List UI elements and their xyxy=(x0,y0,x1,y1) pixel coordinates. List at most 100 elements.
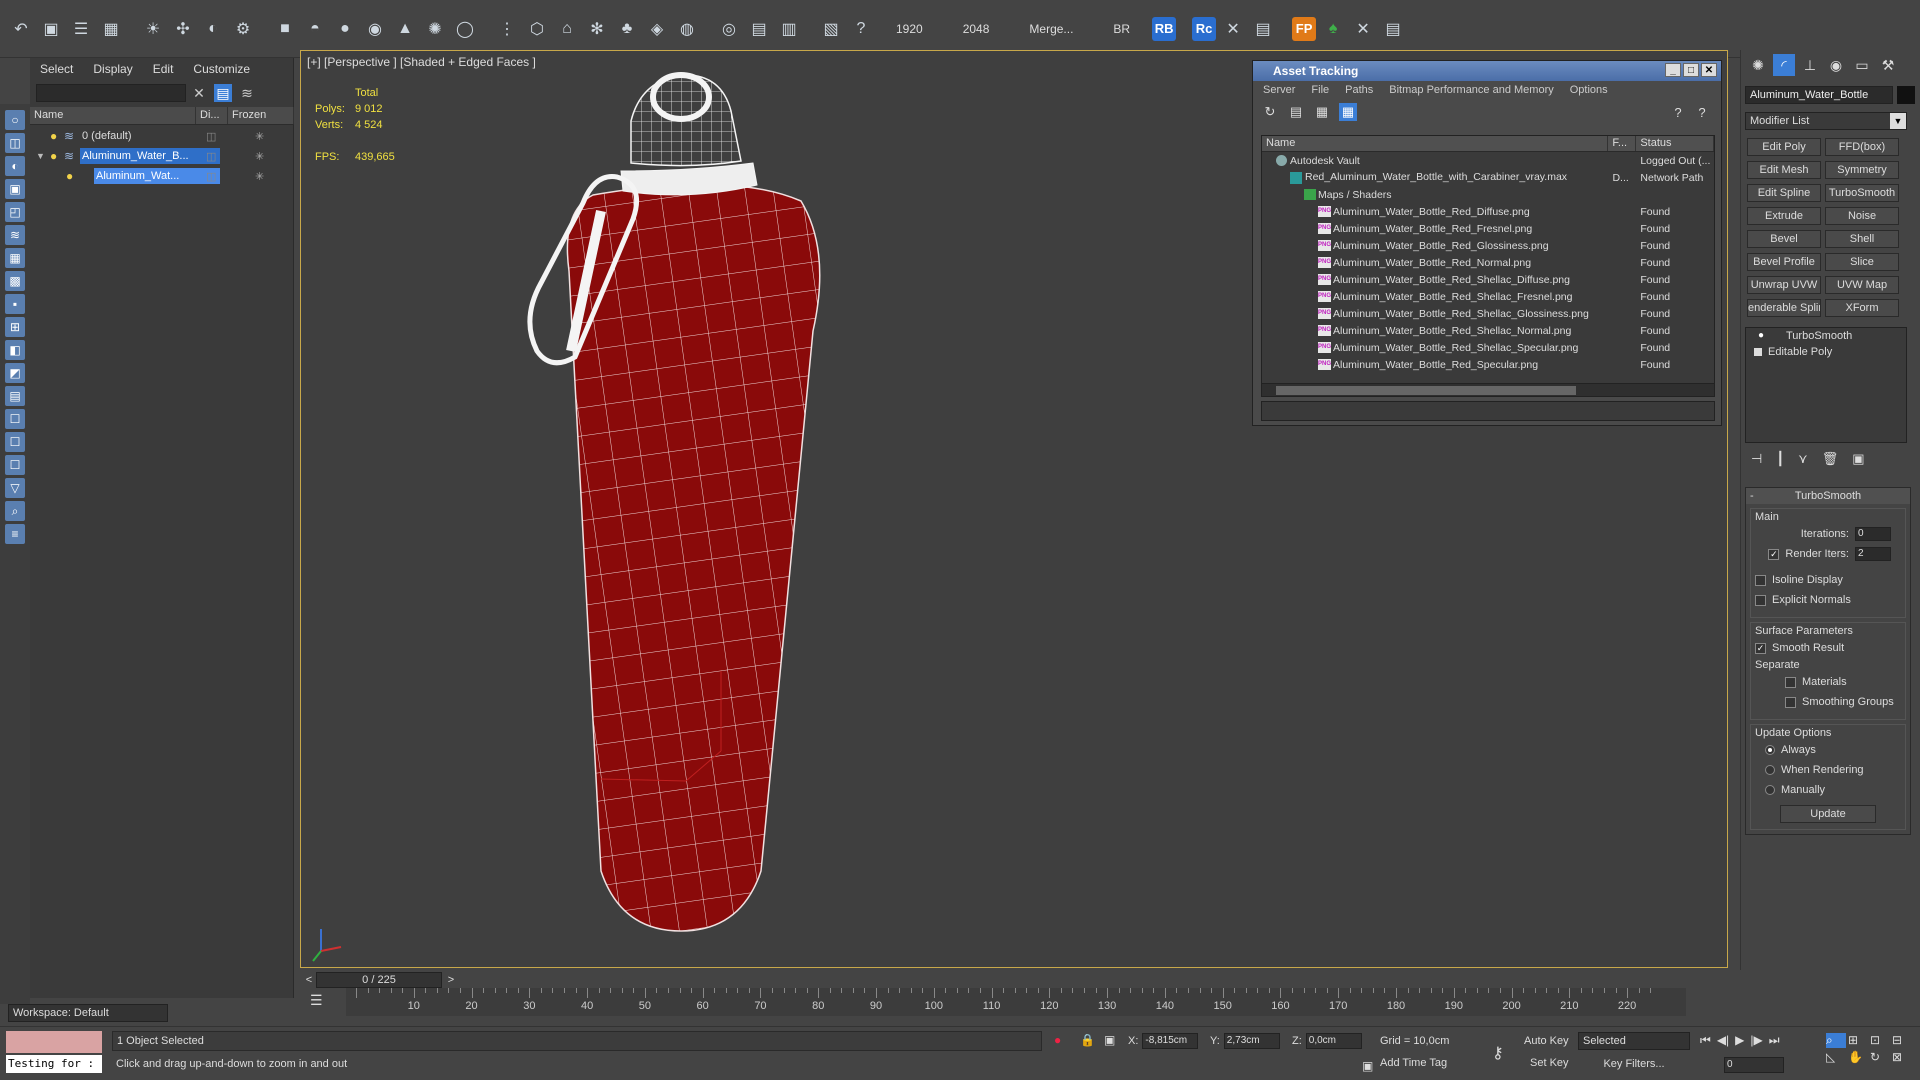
asset-menu-options[interactable]: Options xyxy=(1570,84,1608,96)
geometry-filter-icon[interactable]: ○ xyxy=(5,110,25,130)
expand-icon[interactable] xyxy=(1754,348,1762,356)
hierarchy-tab-icon[interactable]: ⊥ xyxy=(1799,54,1821,76)
zoom-extents-icon[interactable]: ⊡ xyxy=(1870,1033,1890,1048)
explorer-row-name[interactable]: 0 (default) xyxy=(80,128,220,144)
scene-converter-icon[interactable]: ▧ xyxy=(818,16,844,42)
explorer-row[interactable]: ● Aluminum_Wat... ◫ ✳ xyxy=(30,166,294,186)
find-icon[interactable]: ⌕ xyxy=(5,501,25,521)
collapse-arrow-icon[interactable]: ▼ xyxy=(36,151,45,161)
stack-item-editable-poly[interactable]: Editable Poly xyxy=(1746,344,1906,360)
tree-icon[interactable]: ♠ xyxy=(1320,16,1346,42)
modifier-list-dropdown[interactable]: Modifier List ▼ xyxy=(1745,112,1907,130)
modifier-button[interactable]: Edit Poly xyxy=(1747,138,1821,156)
rollout-header[interactable]: - TurboSmooth xyxy=(1746,488,1910,504)
fur-icon[interactable]: ⋮ xyxy=(494,16,520,42)
rc-badge[interactable]: Rc xyxy=(1192,16,1217,41)
spot-light-icon[interactable]: ▲ xyxy=(392,16,418,42)
sort-icon[interactable]: ≡ xyxy=(5,524,25,544)
explorer-row[interactable]: ● ≋ 0 (default) ◫ ✳ xyxy=(30,126,294,146)
modify-tab-icon[interactable]: ◜ xyxy=(1773,54,1795,76)
asset-tracking-titlebar[interactable]: Asset Tracking _ □ ✕ xyxy=(1253,61,1721,81)
time-slider[interactable]: 0 / 225 xyxy=(316,972,442,988)
set-key-button[interactable]: Set Key xyxy=(1530,1057,1569,1069)
modifier-button[interactable]: Bevel xyxy=(1747,230,1821,248)
z-field[interactable]: 0,0cm xyxy=(1305,1033,1362,1049)
proxy-icon[interactable]: ⬡ xyxy=(524,16,550,42)
asset-row[interactable]: PNG Aluminum_Water_Bottle_Red_Shellac_Spe… xyxy=(1262,339,1714,356)
asset-hscrollbar[interactable] xyxy=(1261,383,1715,397)
smooth-result-checkbox[interactable]: ✓ xyxy=(1755,642,1766,654)
material-editor-icon[interactable]: ▦ xyxy=(98,16,124,42)
display-toggle-icon[interactable]: ◫ xyxy=(206,150,216,163)
asset-row[interactable]: PNG Aluminum_Water_Bottle_Red_Normal.png F… xyxy=(1262,254,1714,271)
asset-row[interactable]: PNG Aluminum_Water_Bottle_Red_Shellac_Dif… xyxy=(1262,271,1714,288)
plant-icon[interactable]: ♣ xyxy=(614,16,640,42)
modifier-button[interactable]: Edit Mesh xyxy=(1747,161,1821,179)
modifier-button[interactable]: Shell xyxy=(1825,230,1899,248)
prev-frame-arrow-icon[interactable]: < xyxy=(302,972,316,988)
systems-icon[interactable]: ⚙ xyxy=(230,16,256,42)
menu-display[interactable]: Display xyxy=(93,62,132,76)
layers-toggle-icon[interactable]: ≋ xyxy=(238,84,256,102)
freeze-toggle-icon[interactable]: ✳ xyxy=(255,130,264,143)
selection-set-dropdown[interactable]: Selected xyxy=(1578,1032,1690,1050)
mesh-light-icon[interactable]: ◉ xyxy=(362,16,388,42)
x-field[interactable]: -8,815cm xyxy=(1142,1033,1199,1049)
collapse-icon[interactable]: - xyxy=(1750,488,1754,504)
key-filters-button[interactable]: Key Filters... xyxy=(1590,1055,1678,1073)
helper-icon[interactable]: ✣ xyxy=(170,16,196,42)
fov-icon[interactable]: ◺ xyxy=(1826,1050,1846,1064)
help-icon[interactable]: ? xyxy=(848,16,874,42)
visibility-bulb-icon[interactable]: ● xyxy=(50,129,57,143)
rb-badge[interactable]: RB xyxy=(1152,16,1177,41)
asset-row[interactable]: PNG Aluminum_Water_Bottle_Red_Glossiness.… xyxy=(1262,237,1714,254)
modifier-button[interactable]: Extrude xyxy=(1747,207,1821,225)
motion-tab-icon[interactable]: ◉ xyxy=(1825,54,1847,76)
zoom-extents-all-icon[interactable]: ⊟ xyxy=(1892,1033,1912,1048)
stack-item-turbosmooth[interactable]: ● TurboSmooth xyxy=(1746,328,1906,344)
asset-row[interactable]: PNG Aluminum_Water_Bottle_Red_Shellac_Glo… xyxy=(1262,305,1714,322)
explicit-normals-checkbox[interactable] xyxy=(1755,594,1766,606)
toolbar-field-1[interactable]: 1920 xyxy=(878,22,941,36)
toolbar-field-2[interactable]: 2048 xyxy=(945,22,1008,36)
close-button[interactable]: ✕ xyxy=(1701,63,1717,77)
modifier-button[interactable]: Noise xyxy=(1825,207,1899,225)
bones-filter-icon[interactable]: ▪ xyxy=(5,294,25,314)
scroll-thumb[interactable] xyxy=(1276,386,1576,395)
col-name[interactable]: Name xyxy=(1262,136,1609,151)
box-icon[interactable]: ■ xyxy=(272,16,298,42)
auto-key-button[interactable]: Auto Key xyxy=(1524,1035,1569,1047)
frame-buffer-icon[interactable]: ▥ xyxy=(776,16,802,42)
modifier-button[interactable]: XForm xyxy=(1825,299,1899,317)
fp-badge[interactable]: FP xyxy=(1292,16,1317,41)
helpers-filter-icon[interactable]: ◰ xyxy=(5,202,25,222)
bulb-icon[interactable]: ● xyxy=(1758,328,1764,344)
material-icon[interactable]: ◍ xyxy=(674,16,700,42)
previous-frame-icon[interactable]: ◀| xyxy=(1717,1033,1729,1048)
display-none-icon[interactable]: ☐ xyxy=(5,432,25,452)
zoom-all-icon[interactable]: ⊞ xyxy=(1848,1033,1868,1048)
make-unique-icon[interactable]: ⋎ xyxy=(1798,451,1808,467)
display-all-icon[interactable]: ☐ xyxy=(5,409,25,429)
current-frame-field[interactable]: 0 xyxy=(1724,1057,1784,1073)
asset-menu-server[interactable]: Server xyxy=(1263,84,1295,96)
curve-editor-icon[interactable]: ☰ xyxy=(310,992,332,1012)
explorer-row-name[interactable]: Aluminum_Water_B... xyxy=(80,148,220,164)
pan-icon[interactable]: ✋ xyxy=(1848,1050,1868,1064)
update-button[interactable]: Update xyxy=(1780,805,1876,823)
isolate-icon[interactable]: ● xyxy=(1054,1033,1061,1047)
render-iters-checkbox[interactable]: ✓ xyxy=(1768,548,1780,560)
maximize-button[interactable]: □ xyxy=(1683,63,1699,77)
groups-filter-icon[interactable]: ▦ xyxy=(5,248,25,268)
manually-radio[interactable] xyxy=(1765,785,1775,795)
maxscript-mini-listener[interactable]: Testing for : xyxy=(6,1055,102,1073)
help-icon[interactable]: ? xyxy=(1669,103,1687,121)
modifier-button[interactable]: Edit Spline xyxy=(1747,184,1821,202)
asset-menu-bitmap[interactable]: Bitmap Performance and Memory xyxy=(1389,84,1553,96)
zoom-icon[interactable]: ⌕ xyxy=(1826,1033,1846,1048)
scatter-icon[interactable]: ✕ xyxy=(1350,16,1376,42)
refresh-icon[interactable]: ↻ xyxy=(1261,103,1279,121)
modifier-button[interactable]: Slice xyxy=(1825,253,1899,271)
freeze-toggle-icon[interactable]: ✳ xyxy=(255,170,264,183)
isoline-checkbox[interactable] xyxy=(1755,574,1766,586)
